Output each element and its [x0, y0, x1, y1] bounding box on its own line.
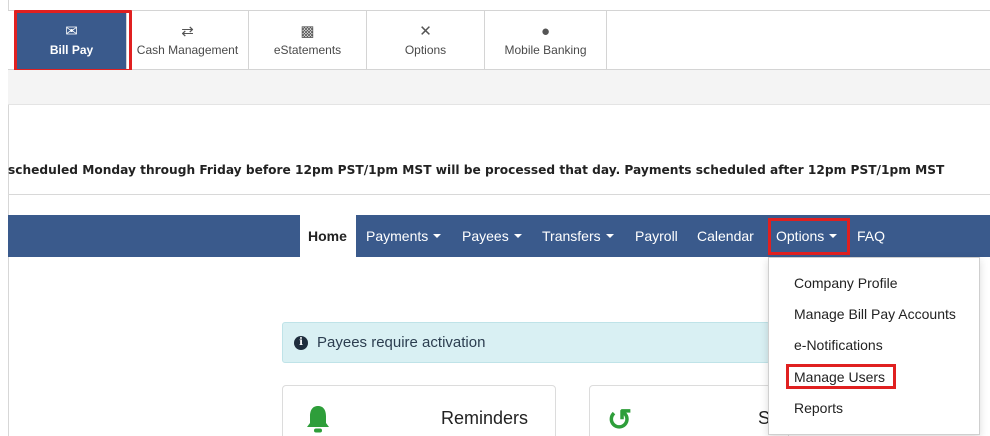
- menu-item-company-profile[interactable]: Company Profile: [794, 275, 898, 291]
- menu-item-e-notifications[interactable]: e-Notifications: [794, 337, 883, 353]
- tab-mobile-banking[interactable]: ● Mobile Banking: [485, 11, 607, 69]
- tab-label: Mobile Banking: [504, 42, 587, 57]
- nav-faq-label: FAQ: [857, 228, 886, 244]
- briefcase-icon: ▩: [300, 22, 315, 40]
- tab-cash-management[interactable]: ⇄ Cash Management: [127, 11, 249, 69]
- sub-toolbar-strip: [8, 70, 990, 105]
- alert-text: Payees require activation: [317, 334, 486, 351]
- reminders-title: Reminders: [441, 408, 529, 428]
- nav-home-label: Home: [308, 228, 347, 244]
- options-dropdown-menu: Company Profile Manage Bill Pay Accounts…: [768, 257, 980, 435]
- nav-payroll[interactable]: Payroll: [635, 215, 678, 257]
- caret-down-icon: [513, 234, 522, 239]
- tab-label: Options: [404, 42, 447, 57]
- nav-transfers[interactable]: Transfers: [542, 215, 614, 257]
- nav-transfers-label: Transfers: [542, 228, 601, 244]
- menu-item-reports[interactable]: Reports: [794, 400, 843, 416]
- info-icon: i: [294, 336, 308, 350]
- nav-payments[interactable]: Payments: [366, 215, 442, 257]
- nav-calendar[interactable]: Calendar: [697, 215, 754, 257]
- bill-pay-highlight-box: [14, 10, 132, 72]
- nav-payments-label: Payments: [366, 228, 429, 244]
- manage-users-highlight-box: [786, 364, 896, 389]
- shuffle-icon: ⇄: [181, 22, 194, 40]
- payees-activation-alert: i Payees require activation: [282, 322, 770, 363]
- reminders-card[interactable]: Reminders: [282, 385, 556, 436]
- divider: [8, 194, 990, 195]
- nav-payroll-label: Payroll: [635, 228, 678, 244]
- second-card[interactable]: ↺ S: [589, 385, 789, 436]
- pin-icon: ●: [540, 22, 551, 40]
- tab-label: eStatements: [273, 42, 342, 57]
- nav-home[interactable]: Home: [300, 215, 356, 257]
- tab-estatements[interactable]: ▩ eStatements: [249, 11, 367, 69]
- nav-payees-label: Payees: [462, 228, 509, 244]
- caret-down-icon: [433, 234, 442, 239]
- payment-cutoff-banner: scheduled Monday through Friday before 1…: [8, 163, 945, 177]
- tools-icon: ✕: [419, 22, 432, 40]
- tab-options[interactable]: ✕ Options: [367, 11, 485, 69]
- top-tab-bar: ✉ Bill Pay ⇄ Cash Management ▩ eStatemen…: [8, 10, 990, 70]
- refresh-icon: ↺: [607, 404, 633, 436]
- options-highlight-box: [768, 218, 850, 255]
- menu-item-manage-bill-pay-accounts[interactable]: Manage Bill Pay Accounts: [794, 306, 956, 322]
- bell-icon: [307, 406, 329, 433]
- nav-payees[interactable]: Payees: [462, 215, 522, 257]
- tab-label: Cash Management: [136, 42, 239, 57]
- nav-faq[interactable]: FAQ: [857, 215, 885, 257]
- caret-down-icon: [605, 234, 614, 239]
- nav-calendar-label: Calendar: [697, 228, 754, 244]
